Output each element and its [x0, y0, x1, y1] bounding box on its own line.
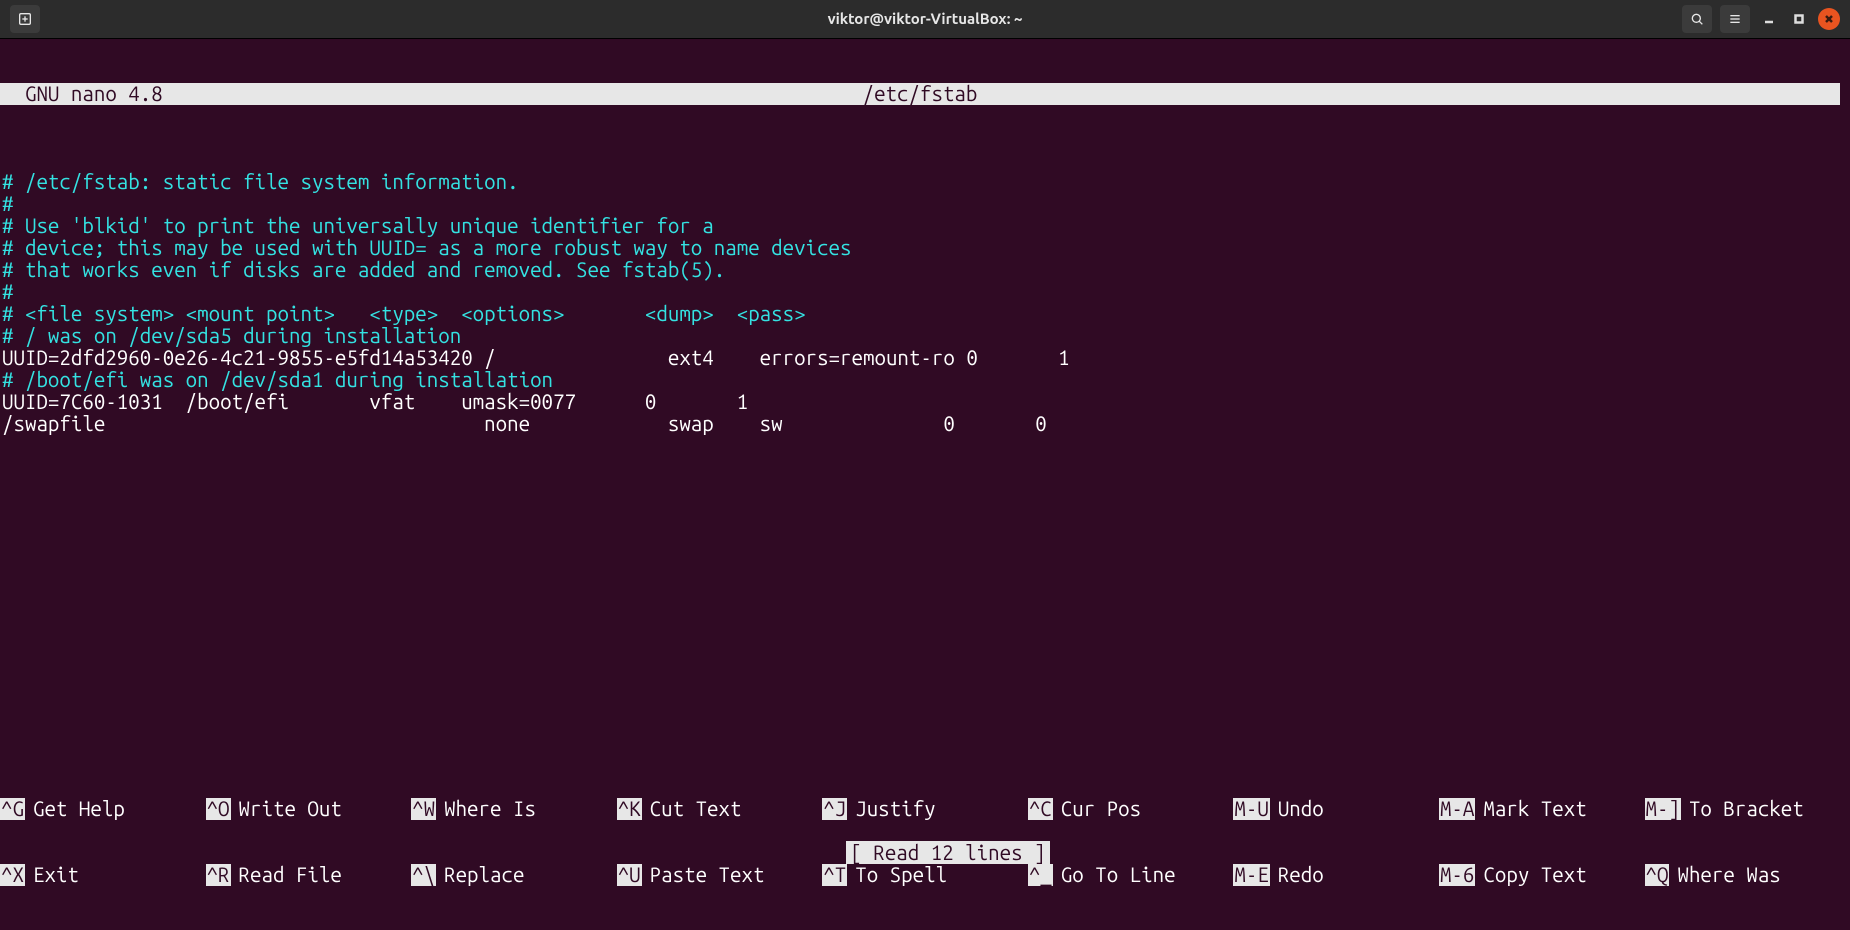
shortcut-item: M-]To Bracket: [1645, 798, 1850, 820]
shortcut-item: ^JJustify: [822, 798, 1028, 820]
shortcut-key: ^_: [1028, 864, 1053, 886]
file-line[interactable]: # <file system> <mount point> <type> <op…: [0, 303, 1850, 325]
new-tab-button[interactable]: [10, 5, 40, 33]
shortcut-key: M-]: [1645, 798, 1681, 820]
shortcut-key: ^U: [617, 864, 642, 886]
shortcut-key: ^\: [411, 864, 436, 886]
shortcut-label: Write Out: [231, 798, 342, 820]
shortcut-item: ^QWhere Was: [1645, 864, 1850, 886]
shortcut-label: To Bracket: [1681, 798, 1804, 820]
shortcut-label: Read File: [231, 864, 342, 886]
hamburger-menu-button[interactable]: [1720, 5, 1750, 33]
shortcut-item: M-AMark Text: [1439, 798, 1645, 820]
file-line[interactable]: UUID=7C60-1031 /boot/efi vfat umask=0077…: [0, 391, 1850, 413]
file-line[interactable]: # Use 'blkid' to print the universally u…: [0, 215, 1850, 237]
shortcut-item: ^KCut Text: [617, 798, 823, 820]
close-button[interactable]: [1818, 8, 1840, 30]
shortcut-key: M-E: [1233, 864, 1269, 886]
shortcut-item: ^TTo Spell: [822, 864, 1028, 886]
shortcut-item: ^\Replace: [411, 864, 617, 886]
shortcut-label: Redo: [1270, 864, 1324, 886]
shortcut-key: ^C: [1028, 798, 1053, 820]
nano-header: GNU nano 4.8 /etc/fstab GNU nano 4.8: [0, 83, 1840, 105]
shortcut-item: ^CCur Pos: [1028, 798, 1234, 820]
shortcut-item: M-ERedo: [1233, 864, 1439, 886]
shortcut-label: Cut Text: [642, 798, 742, 820]
shortcut-key: M-A: [1439, 798, 1475, 820]
shortcut-item: M-6Copy Text: [1439, 864, 1645, 886]
shortcut-label: Copy Text: [1475, 864, 1586, 886]
shortcut-label: Exit: [25, 864, 79, 886]
file-line[interactable]: # /boot/efi was on /dev/sda1 during inst…: [0, 369, 1850, 391]
shortcut-item: ^RRead File: [206, 864, 412, 886]
shortcut-label: Replace: [436, 864, 524, 886]
shortcut-label: Where Is: [436, 798, 536, 820]
shortcut-item: ^WWhere Is: [411, 798, 617, 820]
shortcut-key: ^O: [206, 798, 231, 820]
shortcut-item: ^GGet Help: [0, 798, 206, 820]
file-line[interactable]: #: [0, 281, 1850, 303]
shortcut-key: ^K: [617, 798, 642, 820]
shortcut-key: ^Q: [1645, 864, 1670, 886]
terminal-area[interactable]: GNU nano 4.8 /etc/fstab GNU nano 4.8 # /…: [0, 39, 1850, 930]
shortcut-key: M-6: [1439, 864, 1475, 886]
nano-shortcut-bar: ^GGet Help^OWrite Out^WWhere Is^KCut Tex…: [0, 754, 1850, 930]
shortcut-key: ^T: [822, 864, 847, 886]
shortcut-label: Paste Text: [642, 864, 765, 886]
maximize-button[interactable]: [1788, 8, 1810, 30]
nano-app-version: GNU nano 4.8: [2, 83, 163, 105]
file-line[interactable]: UUID=2dfd2960-0e26-4c21-9855-e5fd14a5342…: [0, 347, 1850, 369]
shortcut-label: Mark Text: [1475, 798, 1586, 820]
shortcut-label: To Spell: [847, 864, 947, 886]
file-line[interactable]: /swapfile none swap sw 0 0: [0, 413, 1850, 435]
shortcut-label: Cur Pos: [1053, 798, 1141, 820]
shortcut-key: ^W: [411, 798, 436, 820]
file-line[interactable]: # device; this may be used with UUID= as…: [0, 237, 1850, 259]
shortcut-item: ^_Go To Line: [1028, 864, 1234, 886]
file-line[interactable]: # that works even if disks are added and…: [0, 259, 1850, 281]
shortcut-item: ^OWrite Out: [206, 798, 412, 820]
file-line[interactable]: #: [0, 193, 1850, 215]
shortcut-key: ^G: [0, 798, 25, 820]
search-button[interactable]: [1682, 5, 1712, 33]
shortcut-label: Get Help: [25, 798, 125, 820]
shortcut-item: ^XExit: [0, 864, 206, 886]
shortcut-label: Where Was: [1669, 864, 1780, 886]
shortcut-key: ^J: [822, 798, 847, 820]
shortcut-label: Justify: [847, 798, 935, 820]
file-line[interactable]: # /etc/fstab: static file system informa…: [0, 171, 1850, 193]
nano-file-content[interactable]: # /etc/fstab: static file system informa…: [0, 171, 1850, 435]
window-title: viktor@viktor-VirtualBox: ~: [0, 8, 1850, 30]
file-line[interactable]: # / was on /dev/sda5 during installation: [0, 325, 1850, 347]
shortcut-label: Go To Line: [1053, 864, 1176, 886]
minimize-button[interactable]: [1758, 8, 1780, 30]
window-titlebar: viktor@viktor-VirtualBox: ~: [0, 0, 1850, 38]
shortcut-item: M-UUndo: [1233, 798, 1439, 820]
shortcut-key: ^R: [206, 864, 231, 886]
shortcut-item: ^UPaste Text: [617, 864, 823, 886]
shortcut-key: M-U: [1233, 798, 1269, 820]
shortcut-label: Undo: [1270, 798, 1324, 820]
nano-filename: /etc/fstab: [163, 83, 1678, 105]
shortcut-key: ^X: [0, 864, 25, 886]
